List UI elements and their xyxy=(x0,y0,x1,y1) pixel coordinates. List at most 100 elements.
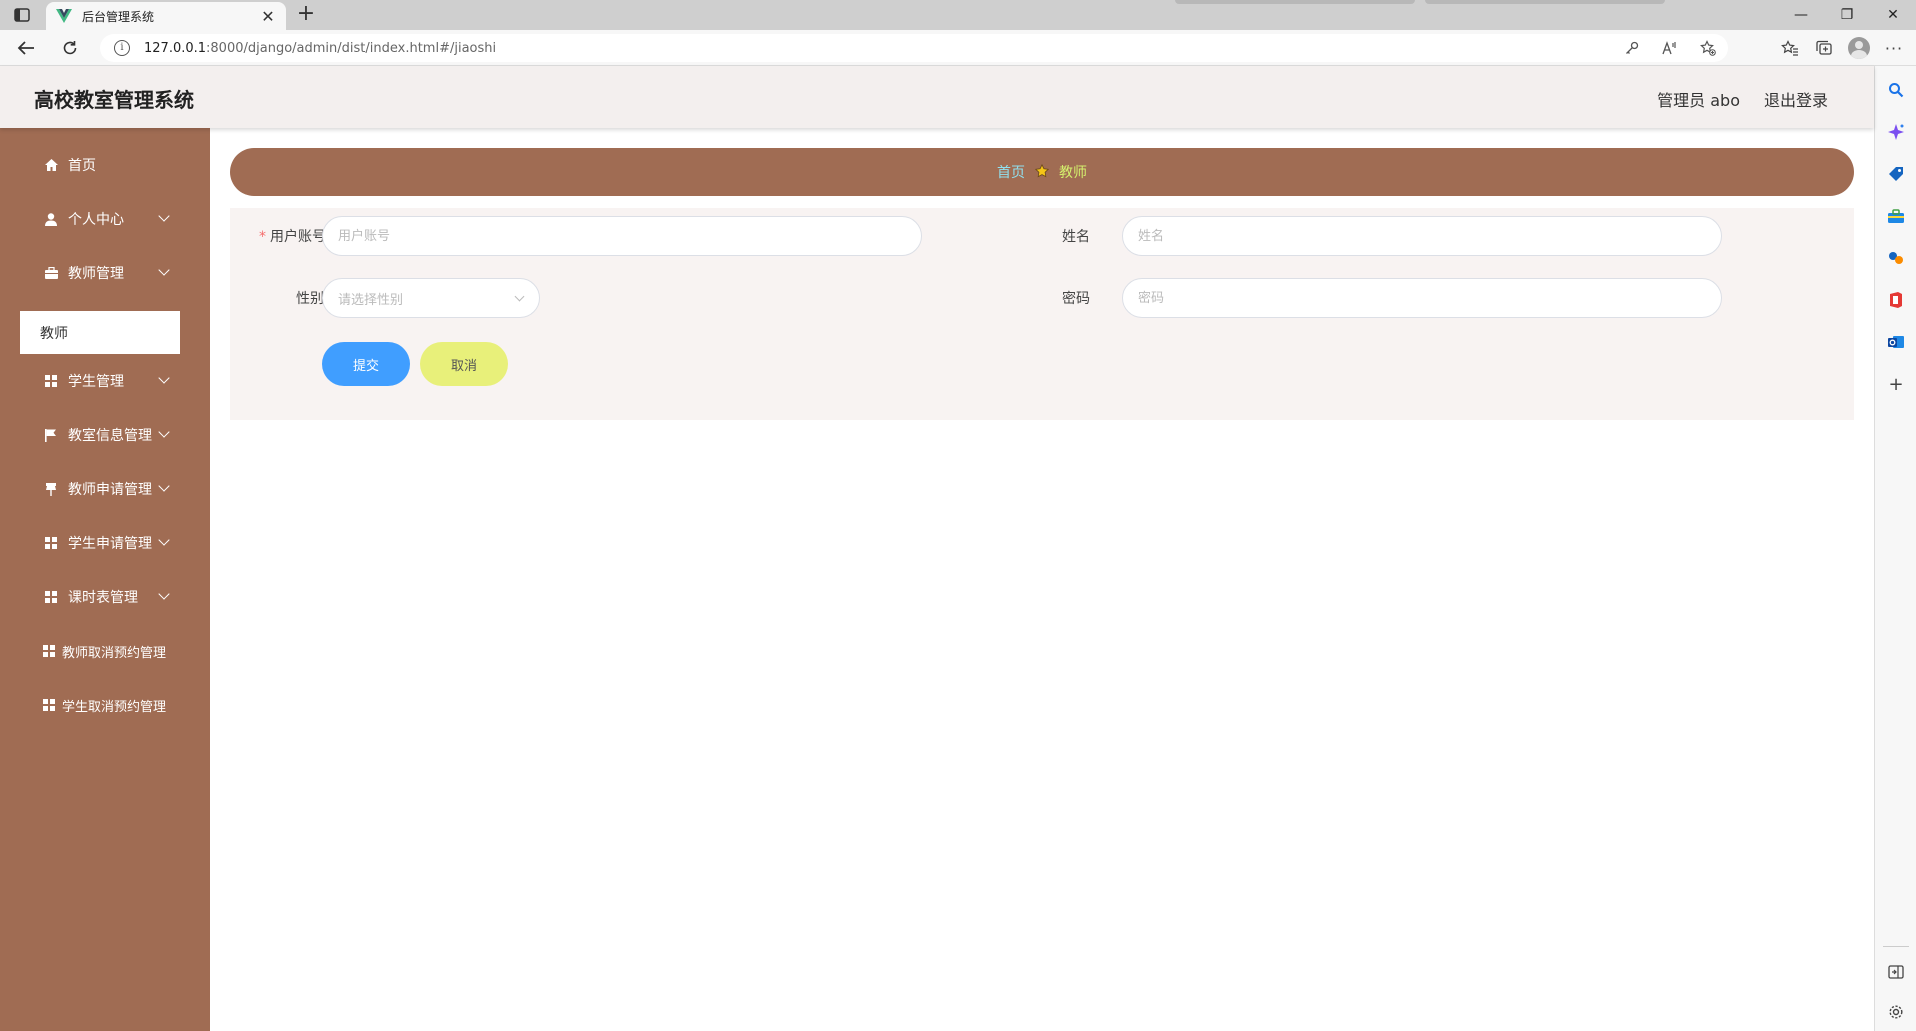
grid-icon xyxy=(44,374,58,388)
app-title: 高校教室管理系统 xyxy=(34,88,194,112)
sidebar-item-student-application-management[interactable]: 学生申请管理 xyxy=(0,516,210,570)
favorite-star-add-icon[interactable] xyxy=(1698,38,1718,58)
tab-close-icon[interactable]: ✕ xyxy=(260,7,276,26)
cancel-button[interactable]: 取消 xyxy=(420,342,508,386)
chevron-down-icon xyxy=(158,480,170,492)
profile-avatar[interactable] xyxy=(1848,37,1870,59)
briefcase-icon xyxy=(44,266,58,280)
browser-tab-active[interactable]: 后台管理系统 ✕ xyxy=(46,2,286,30)
sidebar-item-label: 学生管理 xyxy=(68,374,124,390)
submit-button[interactable]: 提交 xyxy=(322,342,410,386)
url-text: 127.0.0.1:8000/django/admin/dist/index.h… xyxy=(144,41,496,56)
more-options-icon[interactable]: ··· xyxy=(1884,38,1904,58)
read-aloud-icon[interactable] xyxy=(1660,38,1680,58)
site-info-icon[interactable]: i xyxy=(114,40,130,56)
sidebar-item-label: 学生取消预约管理 xyxy=(62,699,167,715)
close-window-button[interactable]: ✕ xyxy=(1870,0,1916,30)
gender-label: 性别 xyxy=(296,291,324,307)
sidebar-item-student-management[interactable]: 学生管理 xyxy=(0,354,210,408)
grid-icon xyxy=(44,590,58,604)
grid-icon xyxy=(42,644,56,658)
hide-sidebar-icon[interactable] xyxy=(1886,962,1906,982)
sidebar-item-label: 课时表管理 xyxy=(68,590,138,606)
chevron-down-icon xyxy=(158,426,170,438)
games-icon[interactable] xyxy=(1886,248,1906,268)
favorites-icon[interactable] xyxy=(1780,38,1800,58)
vue-logo-icon xyxy=(56,9,72,23)
sidebar-item-label: 首页 xyxy=(68,158,96,174)
background-tab[interactable] xyxy=(1175,0,1415,4)
app-root: 高校教室管理系统 管理员 abo 退出登录 首页 个人中心 教师管理 教师 学生… xyxy=(0,66,1874,1031)
edge-sidebar: + xyxy=(1874,66,1916,1031)
outlook-icon[interactable] xyxy=(1886,332,1906,352)
password-label: 密码 xyxy=(1062,291,1090,307)
shopping-tag-icon[interactable] xyxy=(1886,164,1906,184)
minimize-button[interactable]: — xyxy=(1778,0,1824,30)
password-input[interactable] xyxy=(1122,278,1722,318)
settings-gear-icon[interactable] xyxy=(1886,1002,1906,1022)
sidebar-item-classroom-info-management[interactable]: 教室信息管理 xyxy=(0,408,210,462)
sidebar-item-timetable-management[interactable]: 课时表管理 xyxy=(0,570,210,624)
sidebar-item-label: 学生申请管理 xyxy=(68,536,152,552)
submenu-item-label: 教师 xyxy=(40,325,68,342)
office-icon[interactable] xyxy=(1886,290,1906,310)
copilot-sparkle-icon[interactable] xyxy=(1886,122,1906,142)
sidebar-item-teacher-cancel-reservation[interactable]: 教师取消预约管理 xyxy=(0,624,210,678)
grid-icon xyxy=(44,536,58,550)
collections-icon[interactable] xyxy=(1814,38,1834,58)
gender-select[interactable]: 请选择性别 xyxy=(322,278,540,318)
sidebar-item-label: 教室信息管理 xyxy=(68,428,152,444)
home-icon xyxy=(44,158,58,172)
window-controls: — ❐ ✕ xyxy=(1778,0,1916,30)
pin-icon xyxy=(44,482,58,496)
submenu-item-teacher[interactable]: 教师 xyxy=(20,311,180,354)
name-input[interactable] xyxy=(1122,216,1722,256)
chevron-down-icon xyxy=(158,210,170,222)
chevron-down-icon xyxy=(514,291,525,302)
name-label: 姓名 xyxy=(1062,229,1090,245)
chevron-down-icon xyxy=(158,588,170,600)
grid-icon xyxy=(42,698,56,712)
browser-address-bar: i 127.0.0.1:8000/django/admin/dist/index… xyxy=(0,30,1916,66)
tab-title: 后台管理系统 xyxy=(82,9,155,24)
chevron-down-icon xyxy=(158,372,170,384)
sidebar-item-teacher-application-management[interactable]: 教师申请管理 xyxy=(0,462,210,516)
flag-icon xyxy=(44,428,58,442)
back-arrow-icon[interactable] xyxy=(14,36,38,60)
sidebar-item-label: 教师申请管理 xyxy=(68,482,152,498)
account-input[interactable] xyxy=(322,216,922,256)
sidebar-item-label: 教师取消预约管理 xyxy=(62,645,167,661)
chevron-down-icon xyxy=(158,264,170,276)
user-icon xyxy=(44,212,58,226)
refresh-icon[interactable] xyxy=(58,36,82,60)
sidebar-item-student-cancel-reservation[interactable]: 学生取消预约管理 xyxy=(0,678,210,732)
search-icon[interactable] xyxy=(1886,80,1906,100)
logout-link[interactable]: 退出登录 xyxy=(1764,87,1828,111)
restore-button[interactable]: ❐ xyxy=(1824,0,1870,30)
edge-sidebar-divider xyxy=(1883,946,1909,947)
breadcrumb-home-link[interactable]: 首页 xyxy=(997,162,1025,182)
sidebar-menu: 首页 个人中心 教师管理 教师 学生管理 教室信息管理 教师申请管理 学生申请管… xyxy=(0,128,210,1031)
new-tab-button[interactable]: + xyxy=(294,3,318,27)
url-host: 127.0.0.1 xyxy=(144,40,207,56)
browser-toolbar-right: ··· xyxy=(1780,34,1916,62)
tools-toolbox-icon[interactable] xyxy=(1886,206,1906,226)
sidebar-item-teacher-management[interactable]: 教师管理 xyxy=(0,246,210,300)
url-path: :8000/django/admin/dist/index.html#/jiao… xyxy=(206,40,497,56)
sidebar-item-home[interactable]: 首页 xyxy=(0,138,210,192)
sidebar-item-personal-center[interactable]: 个人中心 xyxy=(0,192,210,246)
add-sidebar-app-icon[interactable]: + xyxy=(1886,374,1906,395)
url-field[interactable]: i 127.0.0.1:8000/django/admin/dist/index… xyxy=(100,34,1728,62)
account-label-text: 用户账号 xyxy=(270,229,326,245)
star-separator-icon xyxy=(1034,163,1050,182)
gender-select-placeholder: 请选择性别 xyxy=(338,292,404,308)
background-tab[interactable] xyxy=(1425,0,1665,4)
sidebar-item-label: 个人中心 xyxy=(68,212,124,228)
tab-actions-icon[interactable] xyxy=(12,6,32,24)
sidebar-item-label: 教师管理 xyxy=(68,266,124,282)
breadcrumb: 首页 教师 xyxy=(230,148,1854,196)
url-action-icons xyxy=(1622,38,1718,58)
key-icon[interactable] xyxy=(1622,38,1642,58)
breadcrumb-current: 教师 xyxy=(1059,165,1087,181)
account-label: * 用户账号 xyxy=(244,226,326,246)
